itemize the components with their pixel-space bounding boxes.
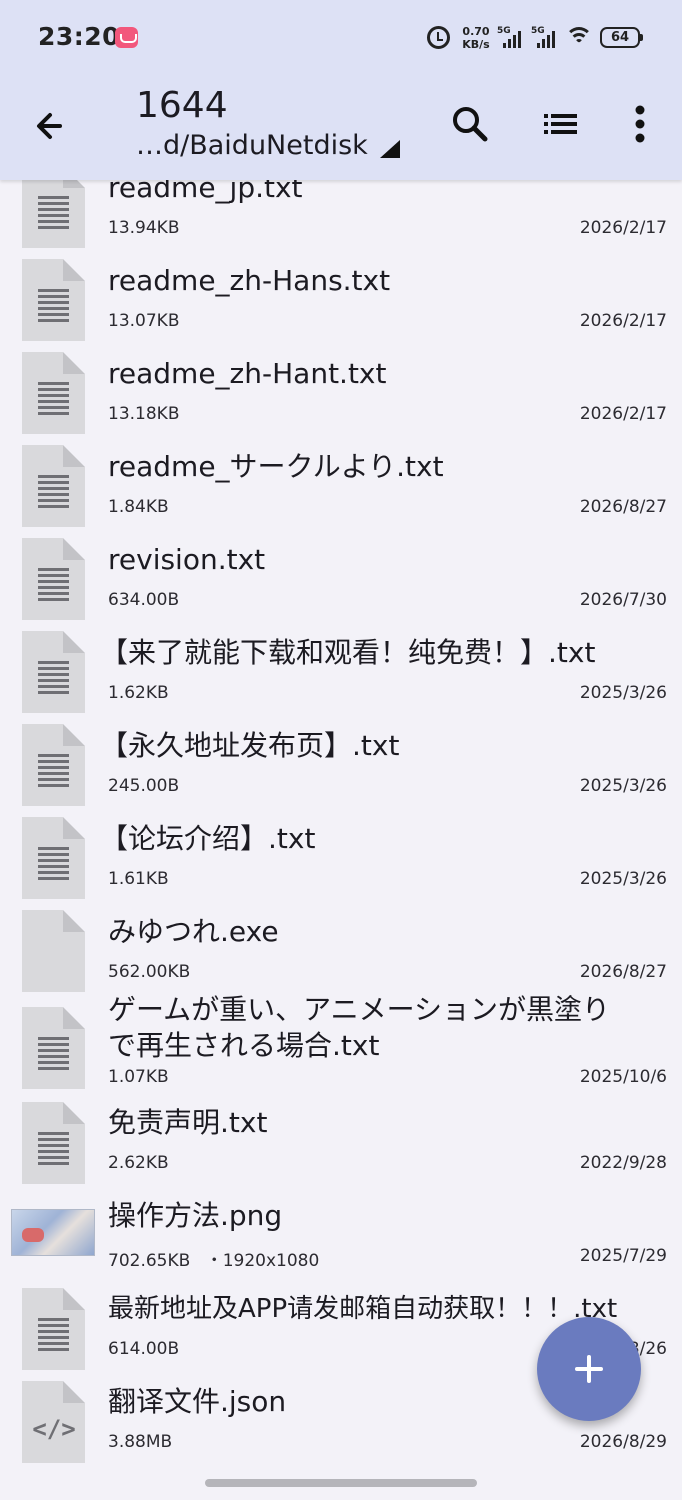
file-row[interactable]: readme_zh-Hant.txt 13.18KB 2026/2/17 <box>0 344 682 437</box>
path-selector[interactable]: …d/BaiduNetdisk <box>136 128 400 164</box>
text-file-icon <box>22 445 85 527</box>
text-file-icon <box>22 1288 85 1370</box>
file-name: readme_サークルより.txt <box>108 450 444 483</box>
file-name: readme_zh-Hans.txt <box>108 264 391 297</box>
text-file-icon <box>22 259 85 341</box>
folder-title-block[interactable]: 1644 …d/BaiduNetdisk <box>136 84 400 164</box>
file-size: 13.07KB <box>108 311 180 331</box>
file-date: 2025/3/26 <box>579 869 667 889</box>
file-size: 614.00B <box>108 1339 180 1359</box>
list-view-icon[interactable] <box>537 100 585 148</box>
add-button[interactable] <box>537 1317 641 1421</box>
signal-icon: 5G <box>497 26 525 50</box>
file-date: 2025/7/29 <box>579 1246 667 1266</box>
signal-label: 5G <box>497 26 511 36</box>
home-indicator[interactable] <box>205 1479 477 1487</box>
file-size: 1.61KB <box>108 869 169 889</box>
network-speed: 0.70 KB/s <box>460 25 492 51</box>
signal-label-2: 5G <box>531 26 545 36</box>
file-row[interactable]: 【来了就能下载和观看！纯免费！】.txt 1.62KB 2025/3/26 <box>0 623 682 716</box>
file-date: 2026/2/17 <box>579 404 667 424</box>
file-name: 【论坛介绍】.txt <box>100 822 316 855</box>
file-name: みゆつれ.exe <box>108 915 279 948</box>
file-name-line1: ゲームが重い、アニメーションが黒塗り <box>108 993 611 1026</box>
file-size: 1.84KB <box>108 497 169 517</box>
file-name: 翻译文件.json <box>108 1385 287 1418</box>
file-date: 2026/2/17 <box>579 311 667 331</box>
text-file-icon <box>22 352 85 434</box>
file-date: 2025/3/26 <box>579 683 667 703</box>
alarm-icon <box>427 26 450 49</box>
file-row[interactable]: readme_サークルより.txt 1.84KB 2026/8/27 <box>0 437 682 530</box>
file-size: 245.00B <box>108 776 180 796</box>
file-row[interactable]: 免责声明.txt 2.62KB 2022/9/28 <box>0 1094 682 1187</box>
status-time: 23:20 <box>38 22 121 51</box>
file-list[interactable]: readme_jp.txt 13.94KB 2026/2/17 readme_z… <box>0 158 682 1470</box>
file-size: 13.18KB <box>108 404 180 424</box>
back-arrow-icon[interactable] <box>30 104 74 148</box>
dropdown-arrow-icon <box>379 140 400 158</box>
file-name: readme_zh-Hant.txt <box>108 357 387 390</box>
app-bar: 1644 …d/BaiduNetdisk <box>0 76 682 180</box>
file-name: 免责声明.txt <box>108 1106 268 1139</box>
file-size: 634.00B <box>108 590 180 610</box>
text-file-icon <box>22 1007 85 1089</box>
file-name: 【来了就能下载和观看！纯免费！】.txt <box>100 636 596 669</box>
text-file-icon <box>22 631 85 713</box>
more-vert-icon[interactable] <box>616 100 664 148</box>
file-size: 562.00KB <box>108 962 191 982</box>
search-icon[interactable] <box>446 100 494 148</box>
file-name: revision.txt <box>108 543 266 576</box>
network-speed-unit: KB/s <box>462 38 490 51</box>
code-file-icon: </> <box>22 1381 85 1463</box>
notification-app-icon <box>115 27 138 48</box>
file-date: 2026/8/27 <box>579 962 667 982</box>
file-date: 2025/10/6 <box>579 1067 667 1087</box>
file-row[interactable]: 【永久地址发布页】.txt 245.00B 2025/3/26 <box>0 716 682 809</box>
file-row[interactable]: readme_zh-Hans.txt 13.07KB 2026/2/17 <box>0 251 682 344</box>
file-date: 2026/2/17 <box>579 218 667 238</box>
file-date: 2026/7/30 <box>579 590 667 610</box>
file-size: 1.07KB <box>108 1067 169 1087</box>
wifi-icon <box>565 27 593 49</box>
text-file-icon <box>22 724 85 806</box>
file-row[interactable]: 操作方法.png 702.65KB ・1920x1080 2025/7/29 <box>0 1187 682 1280</box>
file-size: 702.65KB ・1920x1080 <box>108 1246 319 1271</box>
file-size: 13.94KB <box>108 218 180 238</box>
file-date: 2026/8/27 <box>579 497 667 517</box>
folder-title: 1644 <box>136 85 228 126</box>
file-row[interactable]: ゲームが重い、アニメーションが黒塗り で再生される場合.txt 1.07KB 2… <box>0 993 682 1094</box>
text-file-icon <box>22 1102 85 1184</box>
file-name: 操作方法.png <box>108 1199 283 1232</box>
image-thumbnail <box>11 1209 95 1256</box>
status-bar: 23:20 0.70 KB/s 5G 5G 64 <box>0 0 682 76</box>
file-date: 2025/3/26 <box>579 776 667 796</box>
file-name: 最新地址及APP请发邮箱自动获取！！！.txt <box>108 1294 618 1324</box>
signal-icon-2: 5G <box>531 26 559 50</box>
file-row[interactable]: 【论坛介绍】.txt 1.61KB 2025/3/26 <box>0 809 682 902</box>
file-name: 【永久地址发布页】.txt <box>100 729 400 762</box>
file-size: 3.88MB <box>108 1432 173 1452</box>
text-file-icon <box>22 817 85 899</box>
folder-path: …d/BaiduNetdisk <box>136 130 368 161</box>
text-file-icon <box>22 538 85 620</box>
file-date: 2022/9/28 <box>579 1153 667 1173</box>
image-resolution: ・1920x1080 <box>205 1251 320 1271</box>
generic-file-icon <box>22 910 85 992</box>
file-row[interactable]: revision.txt 634.00B 2026/7/30 <box>0 530 682 623</box>
file-date: 2026/8/29 <box>579 1432 667 1452</box>
file-size-value: 702.65KB <box>108 1251 191 1271</box>
top-bar: 23:20 0.70 KB/s 5G 5G 64 1644 …d/BaiduNe… <box>0 0 682 180</box>
file-name-line2: で再生される場合.txt <box>108 1029 380 1062</box>
file-size: 2.62KB <box>108 1153 169 1173</box>
file-row[interactable]: みゆつれ.exe 562.00KB 2026/8/27 <box>0 902 682 995</box>
file-size: 1.62KB <box>108 683 169 703</box>
battery-icon: 64 <box>600 27 643 48</box>
network-speed-value: 0.70 <box>462 25 490 38</box>
